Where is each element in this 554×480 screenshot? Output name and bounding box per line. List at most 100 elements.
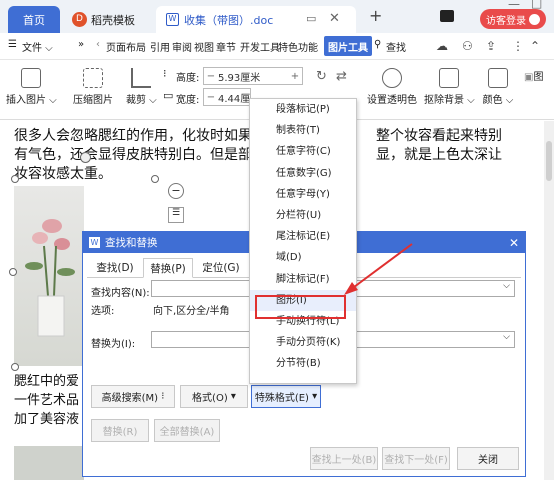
menu-special[interactable]: 特色功能: [278, 39, 318, 54]
tab-replace[interactable]: 替换(P): [143, 258, 193, 278]
resize-handle-left[interactable]: [9, 268, 17, 276]
guest-login-button[interactable]: 访客登录: [480, 9, 546, 29]
picture-style-label: 图: [533, 72, 544, 83]
set-transparent-button[interactable]: 设置透明色: [364, 68, 420, 106]
search-icon[interactable]: ⚲: [374, 39, 381, 50]
tab-document-label: 收集（带图）.doc: [184, 13, 274, 27]
zoom-out-icon[interactable]: −: [168, 183, 184, 199]
menu-item-column-break[interactable]: 分栏符(U): [250, 205, 356, 226]
tab-find[interactable]: 查找(D): [89, 258, 141, 278]
find-dropdown-icon[interactable]: ⌵: [503, 281, 510, 291]
menu-file-label: 文件: [22, 43, 42, 54]
wps-app-icon: W: [89, 237, 100, 248]
height-decrease-icon[interactable]: −: [204, 71, 218, 82]
width-value: 4.44厘米: [218, 93, 250, 105]
tab-daoke-label: 稻壳模板: [91, 13, 135, 27]
window-mode-icon[interactable]: [440, 10, 454, 22]
menu-overflow-icon[interactable]: »: [78, 39, 84, 50]
find-previous-button[interactable]: 查找上一处(B): [310, 447, 378, 470]
height-value: 5.93厘米: [218, 72, 261, 84]
tab-bar: 首页 D 稻壳模板 W 收集（带图）.doc ▭ ✕ + 访客登录 — □: [0, 0, 554, 33]
insert-picture-button[interactable]: 插入图片 ⌵: [6, 68, 57, 106]
daoke-logo-icon: D: [72, 12, 87, 27]
menu-item-any-char[interactable]: 任意字符(C): [250, 141, 356, 162]
menu-item-any-letter[interactable]: 任意字母(Y): [250, 184, 356, 205]
format-button[interactable]: 格式(O) ▾: [180, 385, 248, 408]
lock-ratio-icon[interactable]: ⁝: [163, 67, 167, 80]
flip-icon[interactable]: ⇄: [336, 69, 347, 84]
tab-close-icon[interactable]: ✕: [329, 11, 340, 26]
share-icon[interactable]: ⇪: [486, 39, 496, 53]
minimize-icon[interactable]: —: [508, 0, 520, 11]
height-stepper[interactable]: −5.93厘米 +: [203, 67, 303, 85]
menu-review[interactable]: 审阅: [172, 39, 192, 54]
advanced-search-button[interactable]: 高级搜索(M) ⁝: [91, 385, 175, 408]
special-format-button[interactable]: 特殊格式(E) ▾: [251, 385, 321, 408]
menu-item-paragraph-mark[interactable]: 段落标记(P): [250, 99, 356, 120]
document-image-2[interactable]: [14, 446, 84, 480]
close-button[interactable]: 关闭: [457, 447, 519, 470]
resize-handle-top-left[interactable]: [11, 175, 19, 183]
document-paragraph-2[interactable]: 腮红中的爱 一件艺术品 加了美容液: [14, 372, 79, 429]
more-options-icon[interactable]: ⋮: [512, 39, 524, 53]
menu-file[interactable]: 文件 ⌵: [22, 39, 53, 54]
compress-picture-button[interactable]: 压缩图片: [70, 68, 116, 106]
remove-background-button[interactable]: 抠除背景 ⌵: [424, 68, 475, 106]
tab-goto[interactable]: 定位(G): [196, 258, 246, 278]
replace-all-button[interactable]: 全部替换(A): [154, 419, 220, 442]
doc-line-2b: 显，就是上色太深让: [376, 147, 502, 163]
rotate-handle[interactable]: [80, 152, 91, 163]
scroll-left-icon[interactable]: ‹: [96, 39, 100, 50]
format-label: 格式(O): [192, 393, 228, 404]
layout-options-icon[interactable]: ☰: [168, 207, 184, 223]
menu-page-layout[interactable]: 页面布局: [106, 39, 146, 54]
width-decrease-icon[interactable]: −: [204, 92, 218, 103]
tab-home-label: 首页: [23, 13, 45, 27]
doc-line-1: 很多人会忽略腮红的作用，化妆时如果腮: [14, 128, 266, 144]
dialog-close-icon[interactable]: ✕: [509, 236, 519, 250]
menu-item-section-break[interactable]: 分节符(B): [250, 353, 356, 374]
find-next-button[interactable]: 查找下一处(F): [382, 447, 450, 470]
tab-monitor-icon[interactable]: ▭: [306, 12, 316, 25]
vertical-scrollbar[interactable]: [544, 121, 554, 480]
menu-dev-tools[interactable]: 开发工具: [240, 39, 280, 54]
options-value: 向下,区分全/半角: [153, 306, 230, 317]
doc-line-2: 有气色，还会显得皮肤特别白。但是部分: [14, 147, 266, 163]
rotate-icon[interactable]: ↻: [316, 69, 327, 84]
menu-picture-tools[interactable]: 图片工具: [324, 36, 372, 56]
crop-button[interactable]: 裁剪 ⌵: [126, 68, 157, 106]
width-icon: ▭: [163, 89, 174, 102]
tab-document[interactable]: W 收集（带图）.doc ▭ ✕: [156, 6, 356, 33]
replace-button[interactable]: 替换(R): [91, 419, 149, 442]
menu-item-tab[interactable]: 制表符(T): [250, 120, 356, 141]
color-label: 颜色: [482, 95, 503, 106]
remove-bg-icon: [439, 68, 459, 88]
picture-style-button[interactable]: ▣图: [524, 68, 554, 83]
maximize-icon[interactable]: □: [531, 0, 542, 10]
special-format-label: 特殊格式(E): [254, 393, 309, 404]
menu-view[interactable]: 视图: [194, 39, 214, 54]
menu-references[interactable]: 引用: [150, 39, 170, 54]
resize-handle-top-right[interactable]: [151, 175, 159, 183]
cloud-icon[interactable]: ☁: [436, 39, 448, 53]
highlight-box: [255, 295, 346, 319]
color-button[interactable]: 颜色 ⌵: [480, 68, 516, 106]
para2-line-3: 加了美容液: [14, 412, 80, 427]
hamburger-icon[interactable]: ☰: [8, 39, 17, 50]
collapse-ribbon-icon[interactable]: ⌃: [530, 39, 540, 53]
height-increase-icon[interactable]: +: [288, 71, 302, 82]
resize-handle-bottom-left[interactable]: [11, 363, 19, 371]
menu-item-manual-page-break[interactable]: 手动分页符(K): [250, 332, 356, 353]
replace-dropdown-icon[interactable]: ⌵: [503, 332, 510, 342]
doc-line-1b: 整个妆容看起来特别: [376, 128, 502, 144]
width-stepper[interactable]: −4.44厘米: [203, 88, 251, 106]
document-image[interactable]: [14, 186, 84, 366]
height-label: 高度:: [176, 73, 200, 84]
avatar-icon: [529, 13, 540, 25]
menu-chapter[interactable]: 章节: [216, 39, 236, 54]
tab-home[interactable]: 首页: [8, 6, 60, 33]
collaborate-icon[interactable]: ⚇: [462, 39, 473, 53]
menu-item-any-digit[interactable]: 任意数字(G): [250, 163, 356, 184]
menu-search[interactable]: 查找: [386, 39, 406, 54]
new-tab-icon[interactable]: +: [369, 6, 382, 25]
